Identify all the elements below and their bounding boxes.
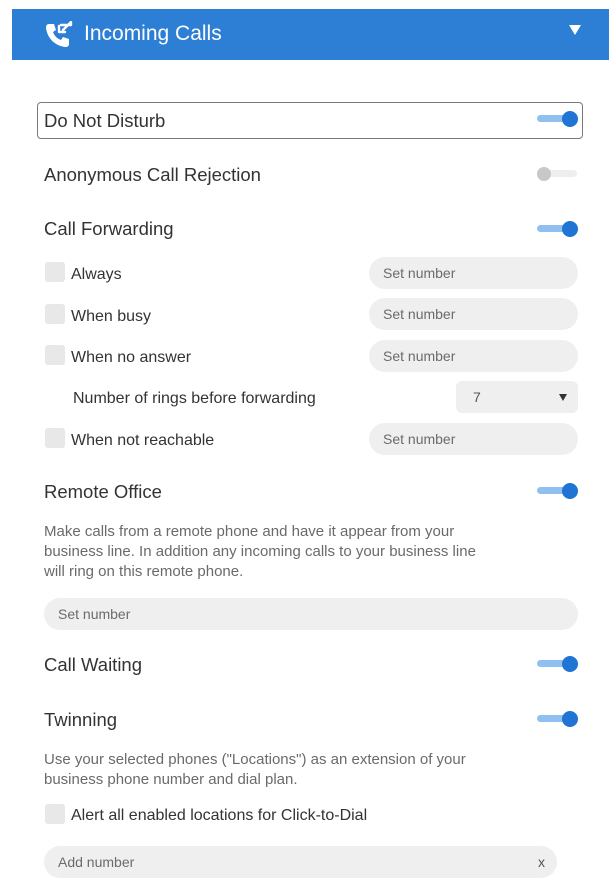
add-number-input[interactable]: Add number x — [44, 846, 557, 878]
rings-value: 7 — [473, 389, 481, 405]
alert-click-to-dial-checkbox[interactable] — [45, 804, 65, 824]
do-not-disturb-label: Do Not Disturb — [44, 110, 166, 131]
remote-office-number-input[interactable]: Set number — [44, 598, 578, 630]
clear-icon[interactable]: x — [538, 854, 545, 870]
when-busy-number-input[interactable]: Set number — [369, 298, 578, 330]
when-busy-checkbox[interactable] — [45, 304, 65, 324]
phone-incoming-icon — [46, 21, 73, 47]
do-not-disturb-row[interactable]: Do Not Disturb — [37, 102, 583, 139]
twinning-description: Use your selected phones ("Locations") a… — [44, 751, 466, 788]
remote-office-label: Remote Office — [44, 481, 162, 502]
header-title: Incoming Calls — [84, 22, 222, 45]
call-forwarding-label: Call Forwarding — [44, 218, 174, 239]
when-no-answer-number-input[interactable]: Set number — [369, 340, 578, 372]
rings-label: Number of rings before forwarding — [73, 390, 316, 407]
alert-click-to-dial-label: Alert all enabled locations for Click-to… — [71, 807, 368, 824]
when-not-reachable-number-input[interactable]: Set number — [369, 423, 578, 455]
when-not-reachable-checkbox[interactable] — [45, 428, 65, 448]
always-number-input[interactable]: Set number — [369, 257, 578, 289]
call-waiting-toggle[interactable] — [537, 654, 579, 674]
when-busy-label: When busy — [71, 308, 152, 325]
do-not-disturb-toggle[interactable] — [537, 109, 579, 129]
incoming-calls-header[interactable]: Incoming Calls — [12, 9, 609, 60]
when-not-reachable-label: When not reachable — [71, 432, 215, 449]
remote-office-description: Make calls from a remote phone and have … — [44, 523, 476, 580]
twinning-toggle[interactable] — [537, 709, 579, 729]
add-number-placeholder: Add number — [58, 854, 135, 870]
anonymous-call-rejection-label: Anonymous Call Rejection — [44, 164, 261, 185]
caret-down-icon — [559, 394, 567, 401]
twinning-label: Twinning — [44, 709, 118, 730]
remote-office-toggle[interactable] — [537, 481, 579, 501]
when-no-answer-label: When no answer — [71, 349, 192, 366]
always-checkbox[interactable] — [45, 262, 65, 282]
anonymous-call-rejection-toggle[interactable] — [537, 164, 579, 184]
rings-select[interactable]: 7 — [456, 381, 578, 413]
always-label: Always — [71, 266, 122, 283]
call-waiting-label: Call Waiting — [44, 654, 143, 675]
when-no-answer-checkbox[interactable] — [45, 345, 65, 365]
chevron-down-icon[interactable] — [569, 25, 581, 35]
call-forwarding-toggle[interactable] — [537, 219, 579, 239]
